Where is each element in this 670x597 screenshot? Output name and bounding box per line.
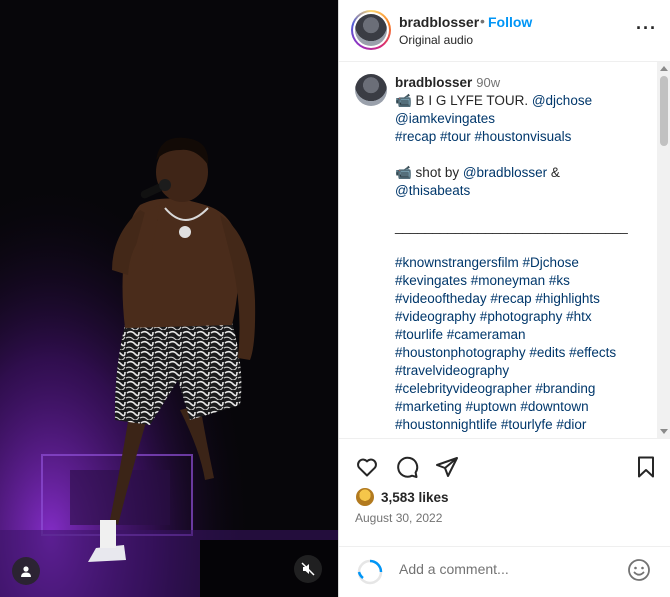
caption-line-text: _______________________________	[395, 219, 628, 234]
caption-line: #houstonphotography #edits #effects	[395, 344, 645, 362]
post-header: bradblosser • Follow Original audio ···	[339, 0, 670, 62]
caption-link[interactable]: #knownstrangersfilm #Djchose	[395, 255, 579, 270]
likes-row[interactable]: 3,583 likes	[355, 487, 449, 507]
caption: bradblosser 90w 📹 B I G LYFE TOUR. @djcho…	[395, 74, 645, 434]
audio-label[interactable]: Original audio	[399, 33, 473, 47]
loading-spinner-icon	[357, 559, 383, 585]
caption-time: 90w	[476, 75, 501, 90]
comment-input[interactable]: Add a comment...	[399, 561, 509, 577]
scrollbar[interactable]	[657, 62, 670, 438]
caption-line: #travelvideography	[395, 362, 645, 380]
caption-text: 📹 B I G LYFE TOUR. @djchose @iamkevingate…	[395, 92, 645, 434]
more-options-icon[interactable]: ···	[636, 18, 657, 39]
comment-icon[interactable]	[395, 455, 419, 479]
post-sidebar: bradblosser • Follow Original audio ··· …	[338, 0, 670, 597]
muted-speaker-icon	[301, 562, 315, 576]
post-actions: 3,583 likes August 30, 2022	[339, 438, 670, 546]
caption-line: #tourlife #cameraman	[395, 326, 645, 344]
caption-line: 📹 shot by @bradblosser &	[395, 164, 645, 182]
scroll-thumb[interactable]	[660, 76, 668, 146]
caption-line: 📹 B I G LYFE TOUR. @djchose	[395, 92, 645, 110]
caption-link[interactable]: @thisabeats	[395, 183, 470, 198]
caption-line: #videography #photography #htx	[395, 308, 645, 326]
caption-line-text: 📹 B I G LYFE TOUR.	[395, 93, 532, 108]
caption-link[interactable]: @djchose	[532, 93, 592, 108]
caption-line: #marketing #uptown #downtown	[395, 398, 645, 416]
likes-count[interactable]: 3,583 likes	[381, 490, 449, 505]
follow-button[interactable]: Follow	[488, 14, 532, 30]
caption-line: #celebrityvideographer #branding	[395, 380, 645, 398]
post-date[interactable]: August 30, 2022	[355, 511, 442, 525]
post-video[interactable]	[0, 0, 338, 597]
emoji-icon[interactable]	[627, 558, 651, 582]
user-tag-button[interactable]	[12, 557, 40, 585]
caption-line: @thisabeats	[395, 182, 645, 200]
post-dialog: bradblosser • Follow Original audio ··· …	[0, 0, 670, 597]
caption-link[interactable]: #marketing #uptown #downtown	[395, 399, 589, 414]
caption-avatar[interactable]	[355, 74, 387, 106]
scroll-up-arrow[interactable]	[660, 66, 668, 71]
caption-link[interactable]: #videooftheday #recap #highlights	[395, 291, 600, 306]
caption-link[interactable]: @iamkevingates	[395, 111, 495, 126]
caption-line: #houstonnightlife #tourlyfe #dior	[395, 416, 645, 434]
caption-link[interactable]: @bradblosser	[463, 165, 547, 180]
scroll-down-arrow[interactable]	[660, 429, 668, 434]
caption-line: #recap #tour #houstonvisuals	[395, 128, 645, 146]
share-icon[interactable]	[435, 455, 459, 479]
caption-username[interactable]: bradblosser	[395, 75, 472, 90]
liker-avatar	[355, 487, 375, 507]
caption-link[interactable]: #celebrityvideographer #branding	[395, 381, 595, 396]
caption-line: #knownstrangersfilm #Djchose	[395, 254, 645, 272]
heart-icon[interactable]	[355, 455, 379, 479]
header-separator: •	[480, 13, 485, 29]
author-username[interactable]: bradblosser	[399, 14, 479, 30]
mute-button[interactable]	[294, 555, 322, 583]
comments-area[interactable]: bradblosser 90w 📹 B I G LYFE TOUR. @djcho…	[339, 62, 670, 438]
bookmark-icon[interactable]	[634, 455, 658, 479]
add-comment-bar: Add a comment...	[339, 546, 670, 597]
caption-line: #kevingates #moneyman #ks	[395, 272, 645, 290]
caption-line-text: &	[547, 165, 560, 180]
caption-line	[395, 146, 645, 164]
concert-scene	[0, 0, 338, 597]
caption-link[interactable]: #kevingates #moneyman #ks	[395, 273, 570, 288]
caption-link[interactable]: #houstonphotography #edits #effects	[395, 345, 616, 360]
caption-link[interactable]: #houstonnightlife #tourlyfe #dior	[395, 417, 586, 432]
caption-line: _______________________________	[395, 218, 645, 236]
caption-link[interactable]: #tourlife #cameraman	[395, 327, 526, 342]
caption-link[interactable]: #recap #tour #houstonvisuals	[395, 129, 571, 144]
caption-link[interactable]: #travelvideography	[395, 363, 509, 378]
caption-link[interactable]: #videography #photography #htx	[395, 309, 592, 324]
caption-line: @iamkevingates	[395, 110, 645, 128]
caption-line	[395, 236, 645, 254]
caption-line: #videooftheday #recap #highlights	[395, 290, 645, 308]
user-tag-icon	[21, 566, 31, 577]
author-avatar[interactable]	[351, 10, 391, 50]
caption-line-text: 📹 shot by	[395, 165, 463, 180]
caption-line	[395, 200, 645, 218]
